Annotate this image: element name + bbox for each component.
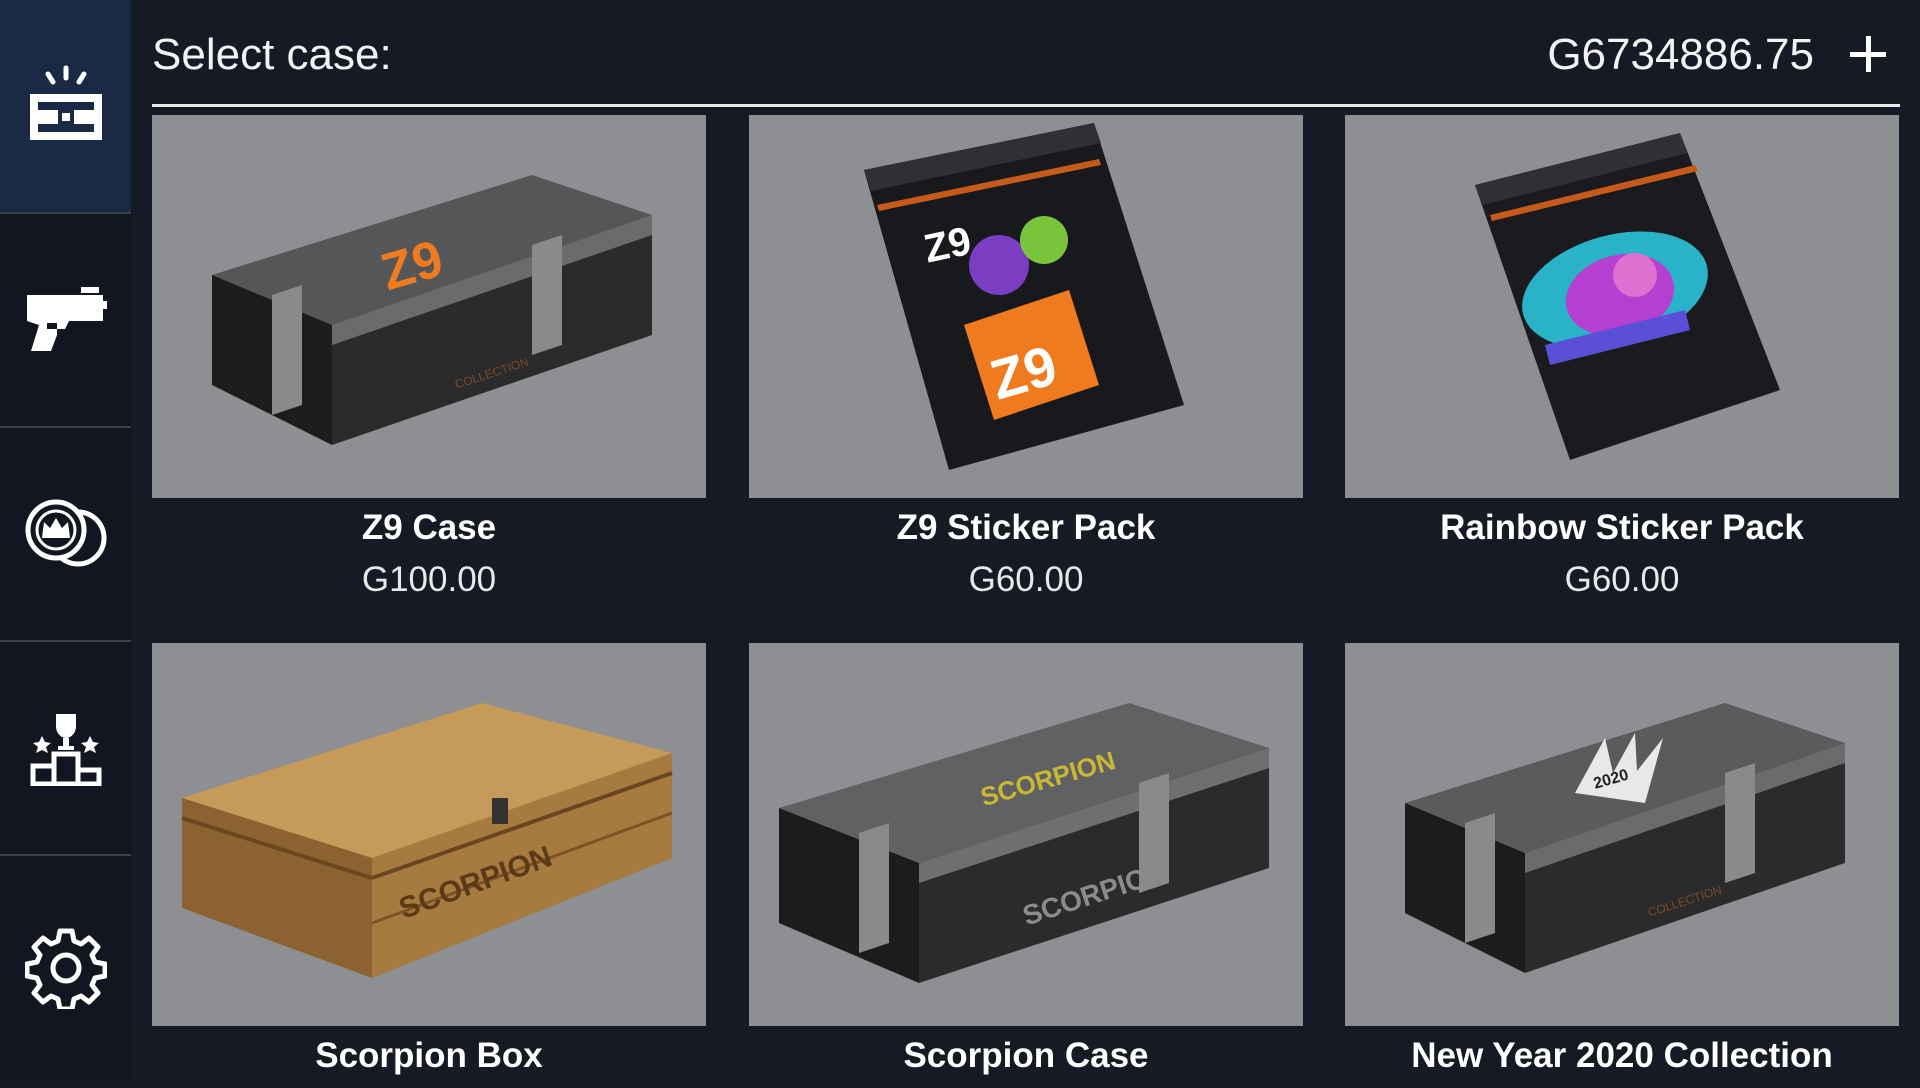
case-card-rainbow-sticker-pack[interactable]: Rainbow Sticker Pack G60.00: [1345, 115, 1899, 600]
z9-case-image: Z9 COLLECTION: [152, 115, 706, 498]
case-price: G60.00: [968, 560, 1084, 599]
case-name: Rainbow Sticker Pack: [1440, 508, 1804, 547]
case-card-z9-case[interactable]: Z9 COLLECTION Z9 Case G100.00: [152, 115, 706, 600]
case-price: G100.00: [361, 560, 497, 599]
leaderboard-icon: [30, 714, 101, 786]
sidebar: [0, 0, 131, 1080]
gear-icon: [24, 928, 107, 1009]
new-year-2020-case-image: 2020 COLLECTION: [1345, 643, 1899, 1026]
scorpion-case-image: SCORPION SCORPION: [749, 643, 1303, 1026]
case-name: Z9 Sticker Pack: [896, 508, 1156, 547]
case-card-z9-sticker-pack[interactable]: Z9 Z9 Z9 Sticker Pack G60.00: [749, 115, 1303, 600]
nav-leaderboard[interactable]: [0, 642, 131, 856]
case-name: Scorpion Case: [903, 1036, 1149, 1075]
case-card-new-year-2020[interactable]: 2020 COLLECTION New Year 2020 Collection: [1345, 643, 1899, 1088]
z9-sticker-pack-image: Z9 Z9: [749, 115, 1303, 498]
page-title: Select case:: [152, 30, 392, 79]
nav-settings[interactable]: [0, 856, 131, 1080]
nav-coins[interactable]: [0, 428, 131, 642]
coins-icon: [25, 499, 106, 567]
balance-display: G6734886.75: [1547, 30, 1814, 79]
case-name: New Year 2020 Collection: [1411, 1036, 1833, 1075]
case-icon: [29, 65, 102, 140]
pistol-icon: [26, 287, 107, 351]
case-card-scorpion-box[interactable]: SCORPION Scorpion Box: [152, 643, 706, 1088]
header: Select case: G6734886.75: [152, 0, 1900, 107]
scorpion-box-image: SCORPION: [152, 643, 706, 1026]
add-funds-button[interactable]: [1842, 28, 1894, 80]
case-card-scorpion-case[interactable]: SCORPION SCORPION Scorpion Case: [749, 643, 1303, 1088]
case-name: Scorpion Box: [315, 1036, 543, 1075]
case-name: Z9 Case: [361, 508, 497, 547]
case-price: G60.00: [1564, 560, 1680, 599]
nav-inventory[interactable]: [0, 214, 131, 428]
rainbow-sticker-pack-image: [1345, 115, 1899, 498]
nav-cases[interactable]: [0, 0, 131, 214]
